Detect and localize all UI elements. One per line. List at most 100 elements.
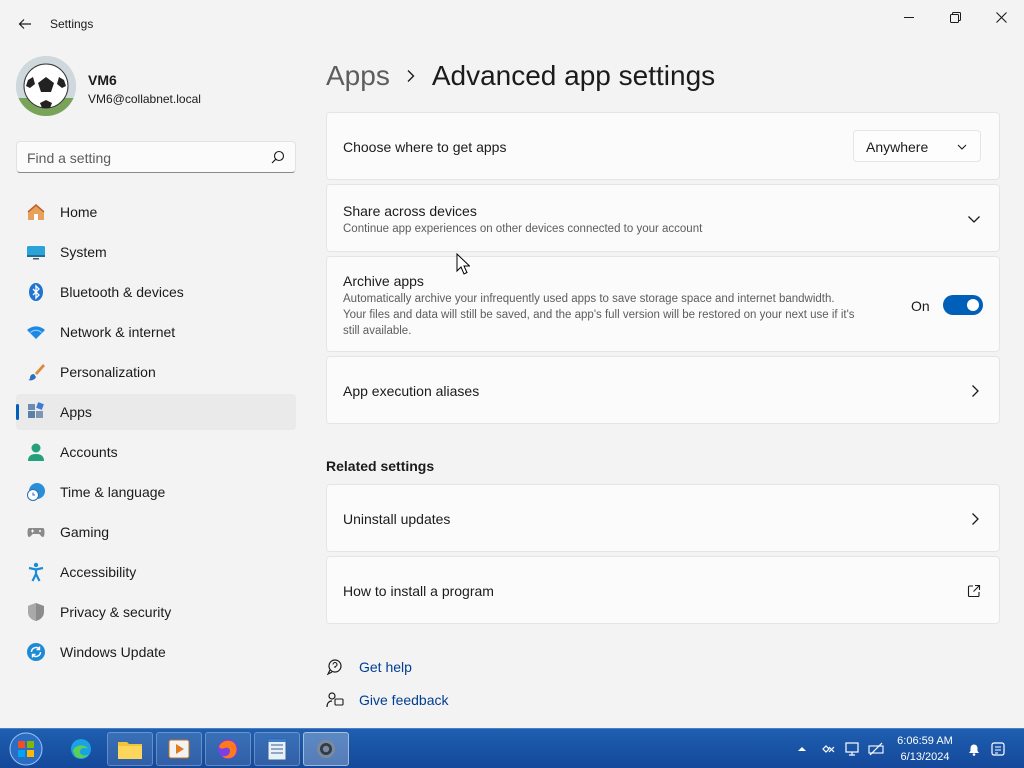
chevron-right-icon — [407, 70, 415, 82]
get-help-text[interactable]: Get help — [359, 659, 412, 675]
sidebar-item-home[interactable]: Home — [16, 194, 296, 230]
shield-icon — [28, 603, 44, 621]
uninstall-updates-title: Uninstall updates — [343, 511, 451, 527]
sidebar-item-label: System — [60, 244, 107, 260]
related-settings-heading: Related settings — [326, 458, 435, 474]
sidebar-nav: Home System Bluetooth & devices Network … — [16, 194, 296, 674]
close-button[interactable] — [978, 4, 1024, 30]
sidebar-item-bluetooth[interactable]: Bluetooth & devices — [16, 274, 296, 310]
archive-apps-title: Archive apps — [343, 273, 424, 289]
archive-apps-toggle[interactable] — [943, 295, 983, 315]
breadcrumb-parent[interactable]: Apps — [326, 60, 390, 92]
chevron-down-icon — [957, 144, 967, 150]
external-link-icon — [967, 584, 981, 598]
profile-email: VM6@collabnet.local — [88, 92, 201, 106]
uninstall-updates-card[interactable]: Uninstall updates — [326, 484, 1000, 552]
app-source-dropdown[interactable]: Anywhere — [853, 130, 981, 162]
sidebar-item-label: Gaming — [60, 524, 110, 540]
sidebar-item-apps[interactable]: Apps — [16, 394, 296, 430]
sidebar-item-label: Apps — [60, 404, 92, 420]
sidebar-item-label: Personalization — [60, 364, 156, 380]
taskbar-edge[interactable] — [58, 732, 104, 766]
taskbar-firefox[interactable] — [205, 732, 251, 766]
choose-where-card: Choose where to get apps Anywhere — [326, 112, 1000, 180]
person-icon — [28, 443, 44, 461]
taskbar-media-player[interactable] — [156, 732, 202, 766]
windows-start-orb — [9, 732, 43, 766]
sidebar-item-system[interactable]: System — [16, 234, 296, 270]
firefox-icon — [218, 739, 238, 759]
sidebar-item-gaming[interactable]: Gaming — [16, 514, 296, 550]
archive-apps-description-line2: Your files and data will still be saved,… — [343, 309, 855, 321]
how-to-install-card[interactable]: How to install a program — [326, 556, 1000, 624]
accessibility-icon — [28, 562, 44, 582]
sidebar-item-accounts[interactable]: Accounts — [16, 434, 296, 470]
breadcrumb: Apps Advanced app settings — [326, 56, 715, 96]
paintbrush-icon — [28, 364, 45, 381]
search-box[interactable] — [16, 141, 296, 173]
taskbar-file-explorer[interactable] — [107, 732, 153, 766]
sidebar-item-privacy[interactable]: Privacy & security — [16, 594, 296, 630]
chevron-down-icon[interactable] — [967, 214, 981, 224]
sidebar-item-label: Privacy & security — [60, 604, 172, 620]
dropdown-value: Anywhere — [866, 139, 929, 155]
close-icon — [995, 11, 1007, 23]
network-icon[interactable] — [844, 741, 860, 757]
sound-icon[interactable] — [990, 741, 1006, 757]
taskbar-notepad[interactable] — [254, 732, 300, 766]
avatar[interactable] — [16, 56, 76, 116]
notification-bell-icon[interactable] — [966, 741, 982, 757]
give-feedback-link[interactable]: Give feedback — [326, 689, 449, 711]
get-help-link[interactable]: Get help — [326, 656, 412, 678]
page-title: Advanced app settings — [431, 60, 716, 91]
share-devices-title: Share across devices — [343, 203, 477, 219]
breadcrumb-separator — [406, 69, 416, 83]
clock-globe-icon — [27, 483, 45, 501]
toggle-knob — [967, 299, 979, 311]
help-chat-icon — [326, 659, 342, 676]
apps-icon — [28, 402, 44, 418]
sidebar-item-network[interactable]: Network & internet — [16, 314, 296, 350]
system-clock[interactable]: 6:06:59 AM 6/13/2024 — [884, 733, 966, 765]
window-title: Settings — [50, 17, 94, 31]
archive-apps-description-line3: still available. — [343, 325, 412, 337]
monitor-icon — [27, 246, 45, 260]
vpn-icon[interactable] — [868, 741, 884, 757]
share-across-devices-card[interactable]: Share across devices Continue app experi… — [326, 184, 1000, 252]
minimize-button[interactable] — [886, 4, 932, 30]
toggle-state-label: On — [911, 298, 930, 314]
taskbar: 6:06:59 AM 6/13/2024 — [0, 728, 1024, 768]
notepad-icon — [267, 738, 287, 761]
search-icon[interactable] — [271, 150, 285, 164]
give-feedback-text[interactable]: Give feedback — [359, 692, 449, 708]
bluetooth-icon — [29, 283, 43, 301]
back-arrow-icon — [18, 19, 31, 29]
soccer-ball-avatar — [16, 56, 76, 116]
clock-time: 6:06:59 AM — [897, 735, 953, 747]
app-execution-aliases-card[interactable]: App execution aliases — [326, 356, 1000, 424]
start-button[interactable] — [6, 731, 46, 767]
archive-apps-description-line1: Automatically archive your infrequently … — [343, 293, 835, 305]
sidebar-item-accessibility[interactable]: Accessibility — [16, 554, 296, 590]
show-hidden-icons[interactable] — [796, 741, 808, 757]
taskbar-settings[interactable] — [303, 732, 349, 766]
search-input[interactable] — [27, 148, 263, 168]
choose-where-title: Choose where to get apps — [343, 139, 507, 155]
sidebar-item-personalization[interactable]: Personalization — [16, 354, 296, 390]
share-devices-description: Continue app experiences on other device… — [343, 223, 703, 235]
back-button[interactable] — [14, 14, 36, 34]
file-explorer-icon — [118, 742, 142, 759]
sidebar-item-windows-update[interactable]: Windows Update — [16, 634, 296, 670]
chevron-right-icon — [972, 385, 979, 397]
wifi-icon — [27, 326, 45, 339]
gamepad-icon — [27, 528, 45, 537]
sidebar-item-label: Network & internet — [60, 324, 176, 340]
sidebar-item-label: Home — [60, 204, 98, 220]
chevron-right-icon — [972, 513, 979, 525]
action-center-icon[interactable] — [820, 741, 836, 757]
restore-button[interactable] — [932, 4, 978, 30]
sidebar-item-label: Windows Update — [60, 644, 166, 660]
sidebar-item-time-language[interactable]: Time & language — [16, 474, 296, 510]
clock-date: 6/13/2024 — [900, 751, 950, 763]
sidebar-item-label: Accounts — [60, 444, 118, 460]
